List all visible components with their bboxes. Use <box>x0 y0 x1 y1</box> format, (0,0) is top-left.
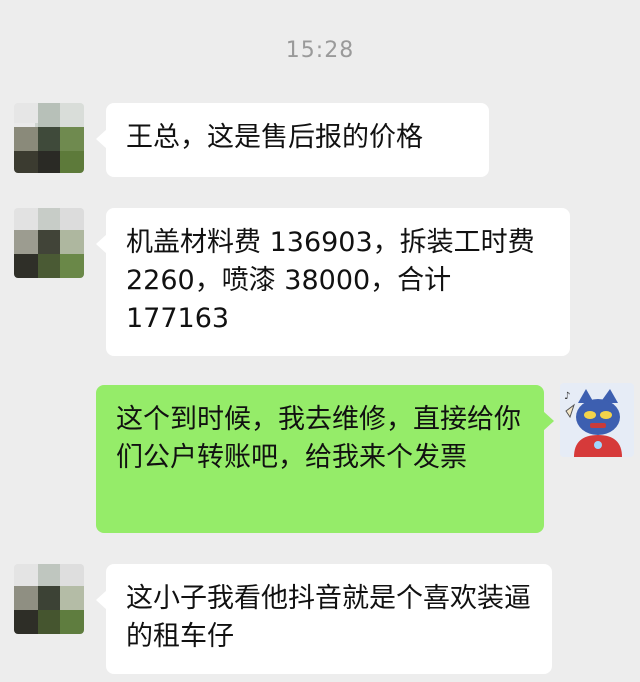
cartoon-ultraman-avatar-icon: ♪ <box>560 383 634 457</box>
contact-avatar[interactable] <box>14 208 84 278</box>
contact-avatar[interactable] <box>14 103 84 173</box>
self-avatar[interactable]: ♪ <box>560 383 634 457</box>
message-text: 王总，这是售后报的价格 <box>126 122 423 153</box>
pixelated-avatar-icon <box>14 564 84 634</box>
message-bubble-incoming[interactable]: 机盖材料费 136903，拆装工时费 2260，喷漆 38000，合计 1771… <box>96 208 570 356</box>
contact-avatar[interactable] <box>14 564 84 634</box>
message-text: 这小子我看他抖音就是个喜欢装逼的租车仔 <box>126 583 531 652</box>
message-bubble-incoming[interactable]: 王总，这是售后报的价格 <box>96 103 489 177</box>
message-bubble-incoming[interactable]: 这小子我看他抖音就是个喜欢装逼的租车仔 <box>96 564 552 674</box>
timestamp: 15:28 <box>285 38 355 63</box>
message-bubble-outgoing[interactable]: 这个到时候，我去维修，直接给你们公户转账吧，给我来个发票 <box>96 385 554 533</box>
message-text: 这个到时候，我去维修，直接给你们公户转账吧，给我来个发票 <box>116 404 521 473</box>
message-text: 机盖材料费 136903，拆装工时费 2260，喷漆 38000，合计 1771… <box>126 227 535 334</box>
pixelated-avatar-icon <box>14 208 84 278</box>
pixelated-avatar-icon <box>14 103 84 173</box>
svg-text:♪: ♪ <box>564 391 570 402</box>
